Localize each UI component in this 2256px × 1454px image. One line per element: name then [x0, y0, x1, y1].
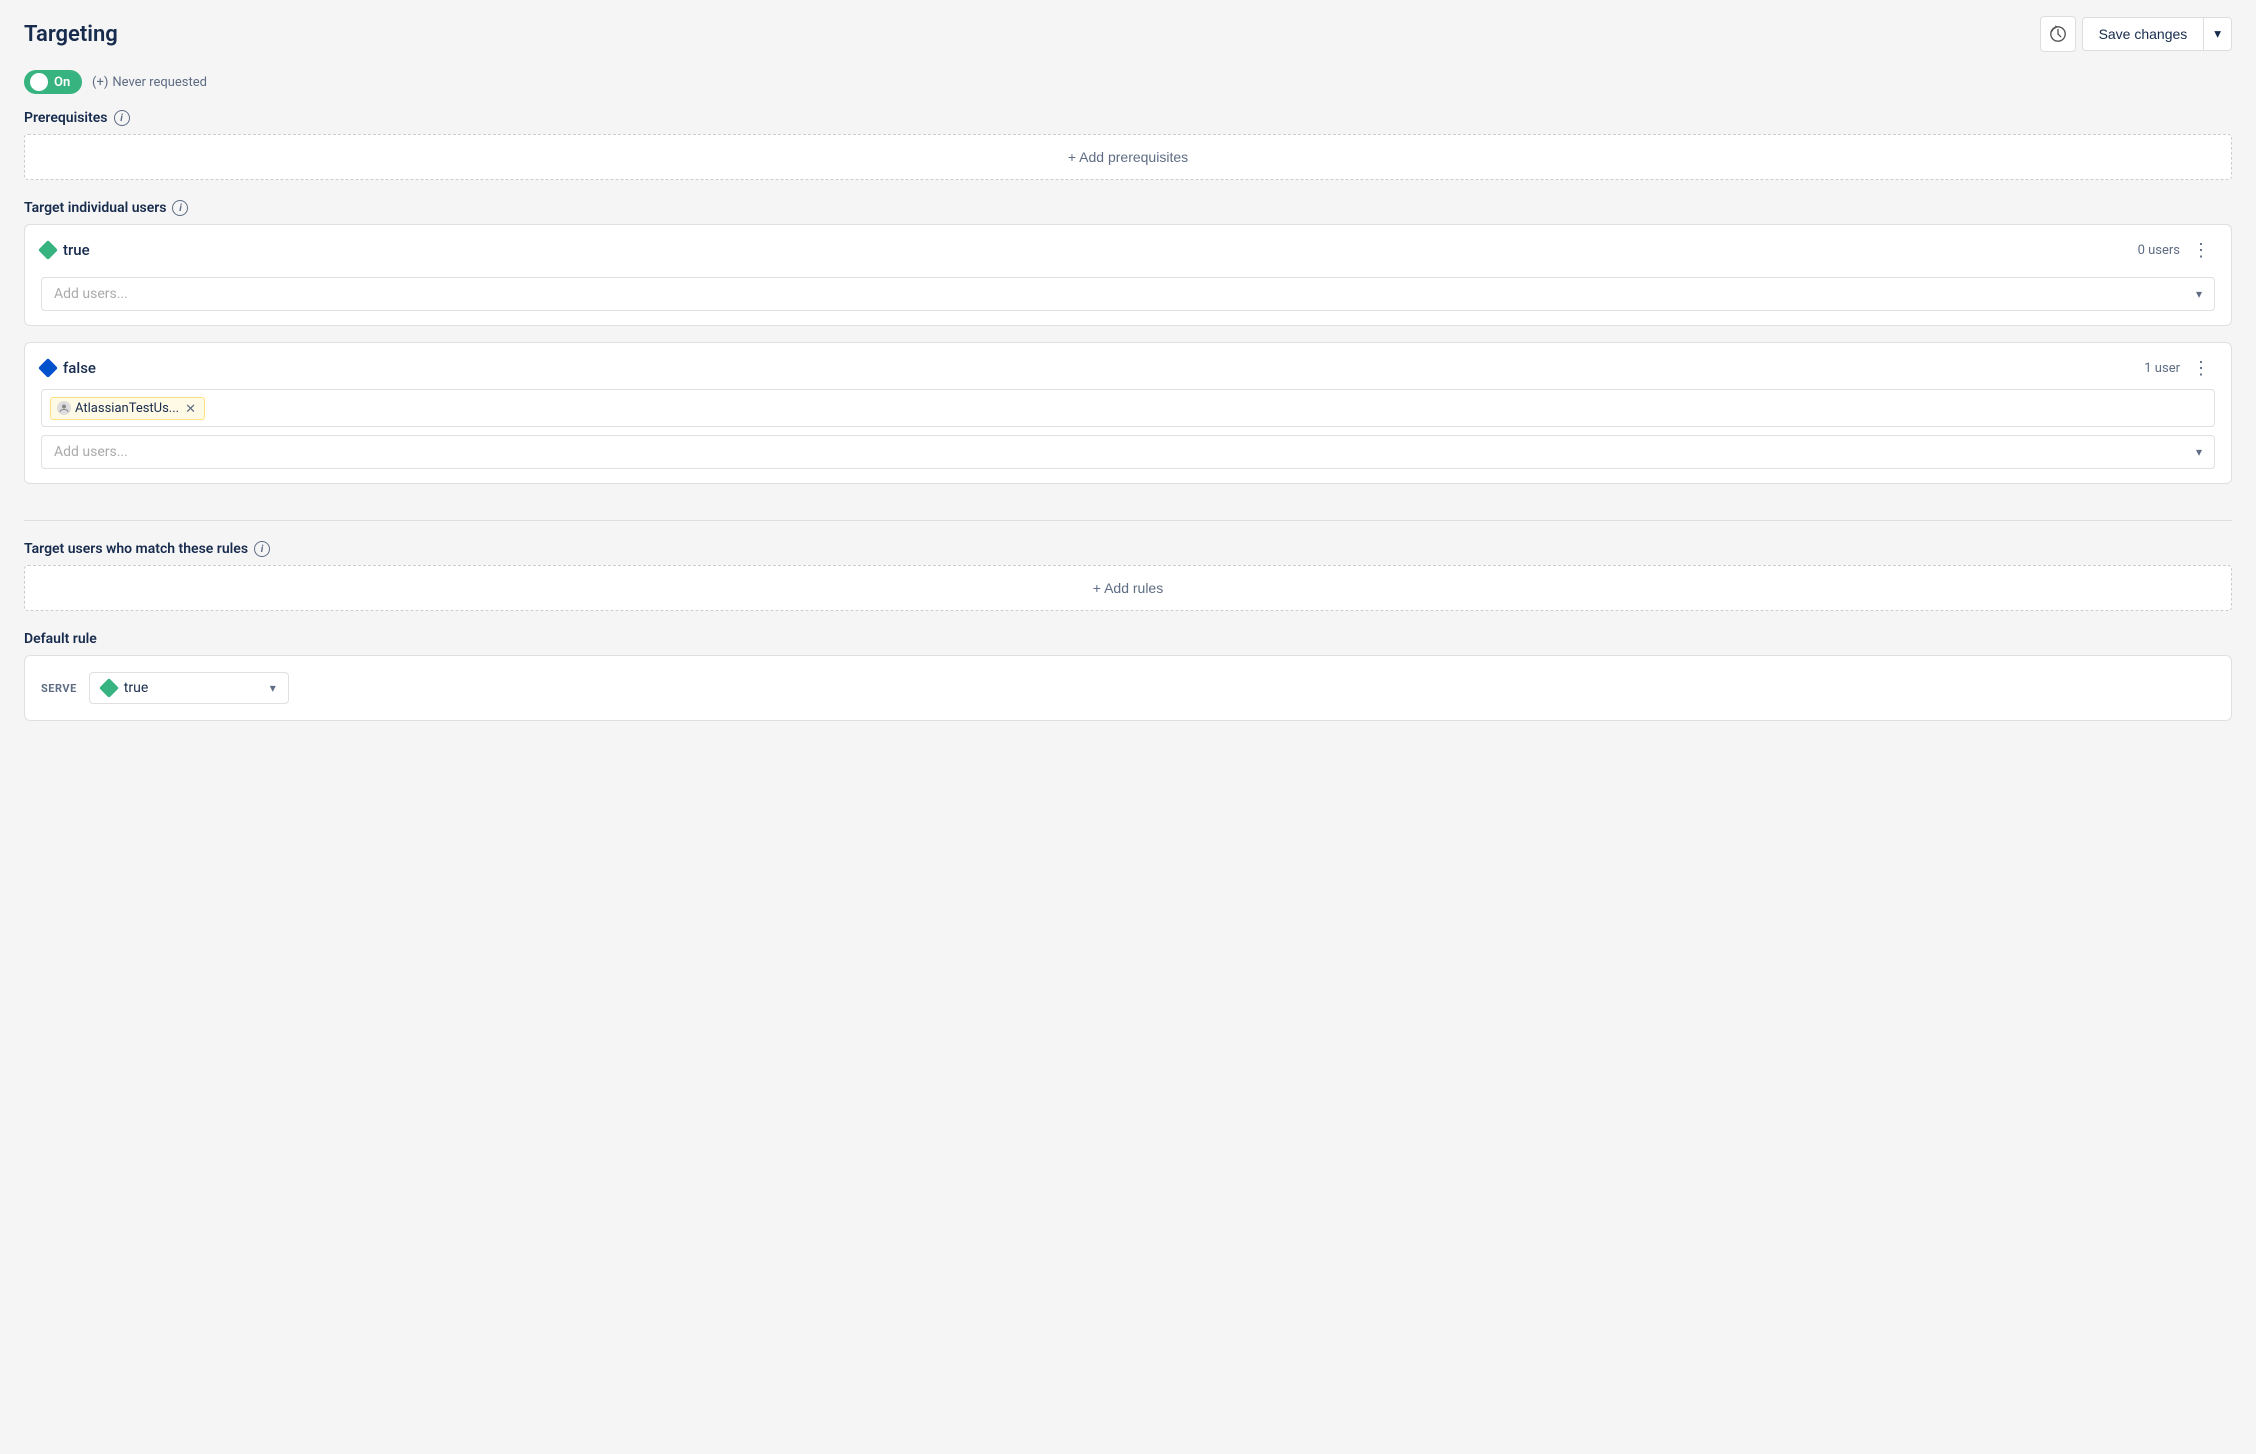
target-rules-info-icon: i	[254, 541, 270, 557]
history-button[interactable]	[2040, 16, 2076, 52]
page-wrapper: Targeting Save changes ▾ On	[0, 0, 2256, 1454]
target-users-header: Target individual users i	[24, 200, 2232, 216]
false-variation-body: AtlassianTestUs... ✕ Add users... ▾	[25, 389, 2231, 483]
true-user-count: 0 users	[2138, 243, 2180, 258]
serve-label: SERVE	[41, 682, 77, 695]
default-rule-section: Default rule SERVE true ▾	[0, 631, 2256, 741]
true-variation-body: Add users... ▾	[25, 277, 2231, 325]
save-changes-button[interactable]: Save changes	[2083, 18, 2204, 50]
false-variation-header: false 1 user ⋮	[25, 343, 2231, 389]
page-title: Targeting	[24, 22, 118, 47]
serve-row: SERVE true ▾	[41, 672, 2215, 704]
false-diamond-icon	[38, 358, 58, 378]
false-variation-name: false	[41, 359, 96, 377]
target-rules-section: Target users who match these rules i + A…	[0, 521, 2256, 631]
prerequisites-section: Prerequisites i + Add prerequisites	[0, 110, 2256, 200]
true-dropdown-arrow-icon: ▾	[2196, 287, 2202, 301]
serve-diamond-icon	[99, 678, 119, 698]
atlassian-user-tag: AtlassianTestUs... ✕	[50, 397, 205, 420]
toggle-row: On (+) Never requested	[0, 64, 2256, 110]
target-individual-users-section: Target individual users i true 0 users ⋮…	[0, 200, 2256, 520]
true-variation-menu-button[interactable]: ⋮	[2188, 239, 2215, 261]
serve-dropdown-arrow-icon: ▾	[270, 681, 276, 695]
false-user-tags-row: AtlassianTestUs... ✕	[41, 389, 2215, 427]
false-variation-card: false 1 user ⋮ At	[24, 342, 2232, 484]
prerequisites-header: Prerequisites i	[24, 110, 2232, 126]
target-rules-box: + Add rules	[24, 565, 2232, 611]
target-users-info-icon: i	[172, 200, 188, 216]
header-actions: Save changes ▾	[2040, 16, 2232, 52]
target-users-title: Target individual users	[24, 200, 166, 216]
serve-select-inner: true	[102, 680, 148, 696]
prerequisites-box: + Add prerequisites	[24, 134, 2232, 180]
default-rule-card: SERVE true ▾	[24, 655, 2232, 721]
status-text: Never requested	[112, 75, 207, 90]
save-btn-group: Save changes ▾	[2082, 17, 2232, 51]
false-variation-label: false	[63, 359, 96, 377]
false-variation-meta: 1 user ⋮	[2144, 357, 2215, 379]
history-icon	[2049, 25, 2067, 43]
true-add-users-dropdown[interactable]: Add users... ▾	[41, 277, 2215, 311]
toggle-circle	[30, 73, 48, 91]
true-diamond-icon	[38, 240, 58, 260]
serve-value: true	[124, 680, 148, 696]
true-variation-name: true	[41, 241, 90, 259]
true-variation-label: true	[63, 241, 90, 259]
false-add-users-placeholder: Add users...	[54, 444, 128, 460]
true-variation-header: true 0 users ⋮	[25, 225, 2231, 271]
false-user-count: 1 user	[2144, 361, 2180, 376]
true-add-users-placeholder: Add users...	[54, 286, 128, 302]
true-variation-card: true 0 users ⋮ Add users... ▾	[24, 224, 2232, 326]
add-rules-button[interactable]: + Add rules	[25, 566, 2231, 610]
never-requested-status: (+) Never requested	[92, 75, 207, 90]
serve-select-dropdown[interactable]: true ▾	[89, 672, 289, 704]
false-variation-menu-button[interactable]: ⋮	[2188, 357, 2215, 379]
prerequisites-title: Prerequisites	[24, 110, 108, 126]
true-variation-meta: 0 users ⋮	[2138, 239, 2215, 261]
dropdown-arrow-icon: ▾	[2214, 26, 2221, 42]
toggle-label: On	[54, 75, 70, 90]
atlassian-user-tag-label: AtlassianTestUs...	[75, 401, 179, 416]
prerequisites-info-icon: i	[114, 110, 130, 126]
default-rule-title: Default rule	[24, 631, 97, 647]
add-prerequisites-button[interactable]: + Add prerequisites	[25, 135, 2231, 179]
on-off-toggle[interactable]: On	[24, 70, 82, 94]
target-rules-header: Target users who match these rules i	[24, 541, 2232, 557]
target-rules-title: Target users who match these rules	[24, 541, 248, 557]
false-add-users-dropdown[interactable]: Add users... ▾	[41, 435, 2215, 469]
atlassian-user-tag-remove[interactable]: ✕	[183, 402, 198, 415]
status-icon: (+)	[92, 75, 108, 90]
default-rule-header: Default rule	[24, 631, 2232, 647]
save-changes-dropdown[interactable]: ▾	[2203, 18, 2231, 50]
header: Targeting Save changes ▾	[0, 0, 2256, 64]
user-tag-avatar	[57, 401, 71, 415]
false-dropdown-arrow-icon: ▾	[2196, 445, 2202, 459]
